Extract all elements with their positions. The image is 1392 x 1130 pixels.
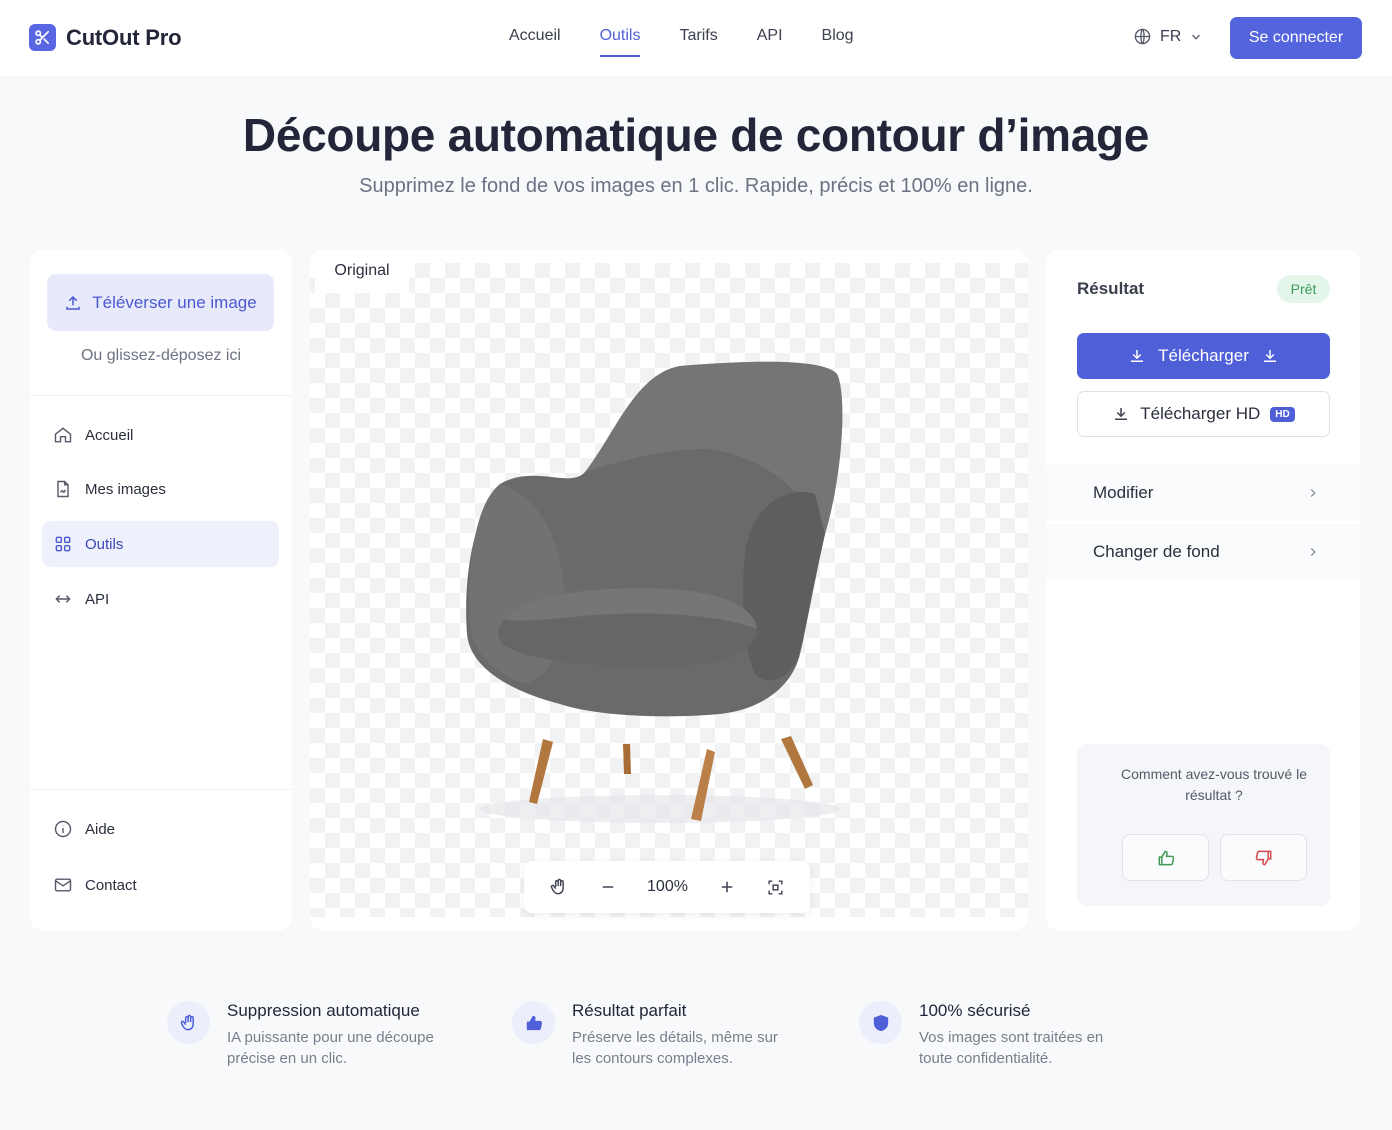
feature-title: 100% sécurisé	[919, 1001, 1031, 1020]
login-button[interactable]: Se connecter	[1230, 17, 1362, 59]
page-subtitle: Supprimez le fond de vos images en 1 cli…	[359, 175, 1033, 197]
feature-desc: IA puissante pour une découpe	[227, 1029, 434, 1046]
download-icon	[1115, 408, 1128, 420]
sidebar-item-aide[interactable]: Aide	[42, 806, 279, 852]
sidebar-item-label: Outils	[85, 535, 124, 553]
chevron-right-icon	[1310, 489, 1316, 497]
brand-name: CutOut Pro	[66, 24, 182, 50]
feature-perfect: Résultat parfait Préserve les détails, m…	[512, 1001, 778, 1069]
feature-desc: toute confidentialité.	[919, 1050, 1053, 1067]
hd-badge: HD	[1270, 406, 1295, 422]
chevron-right-icon	[1310, 548, 1316, 556]
result-title: Résultat	[1077, 279, 1145, 298]
api-icon	[55, 595, 71, 603]
upload-label: Téléverser une image	[92, 292, 257, 312]
tools-icon	[55, 536, 71, 552]
sidebar-item-label: Aide	[85, 820, 116, 838]
sidebar-item-mes-images[interactable]: Mes images	[42, 466, 279, 512]
nav-tarifs[interactable]: Tarifs	[679, 27, 717, 57]
thumbs-down-button[interactable]	[1220, 834, 1307, 881]
main-nav: Accueil Outils Tarifs API Blog	[509, 27, 893, 57]
sidebar-item-outils[interactable]: Outils	[42, 521, 279, 567]
nav-api[interactable]: API	[757, 27, 783, 57]
sidebar-item-api[interactable]: API	[42, 576, 279, 622]
feature-desc: précise en un clic.	[227, 1050, 348, 1067]
mail-icon	[54, 878, 72, 892]
download-hd-button[interactable]: Télécharger HD HD	[1077, 391, 1330, 437]
sidebar-divider	[30, 395, 292, 396]
language-selector[interactable]: FR	[1133, 27, 1203, 46]
option-label: Changer de fond	[1093, 542, 1220, 561]
home-icon	[54, 427, 72, 443]
zoom-out-icon[interactable]	[599, 878, 617, 896]
sidebar-item-contact[interactable]: Contact	[42, 862, 279, 908]
download-label: Télécharger	[1158, 346, 1249, 365]
sidebar-item-label: Accueil	[85, 426, 134, 444]
feature-automatic: Suppression automatique IA puissante pou…	[167, 1001, 434, 1069]
brand-logo[interactable]: CutOut Pro	[29, 24, 182, 51]
sidebar-item-label: Contact	[85, 876, 137, 894]
feature-desc: Préserve les détails, même sur	[572, 1029, 778, 1046]
sidebar-item-label: API	[85, 590, 110, 608]
download-icon	[1263, 350, 1276, 362]
feature-desc: Vos images sont traitées en	[919, 1029, 1104, 1046]
sidebar-item-accueil[interactable]: Accueil	[42, 412, 279, 458]
drop-hint: Ou glissez-déposez ici	[80, 347, 242, 364]
feature-secure: 100% sécurisé Vos images sont traitées e…	[859, 1001, 1103, 1069]
chair-image	[466, 361, 843, 823]
option-changer-fond[interactable]: Changer de fond	[1046, 524, 1360, 580]
scissors-logo-icon	[29, 24, 56, 51]
status-badge: Prêt	[1277, 275, 1330, 303]
sidebar-divider	[30, 789, 292, 790]
tab-original[interactable]: Original	[315, 249, 409, 293]
nav-blog[interactable]: Blog	[822, 27, 854, 57]
fit-screen-icon[interactable]	[766, 878, 785, 897]
image-preview-panel: Original 100%	[310, 249, 1028, 931]
nav-accueil[interactable]: Accueil	[509, 27, 561, 57]
zoom-toolbar: 100%	[524, 861, 810, 913]
thumbs-up-button[interactable]	[1122, 834, 1209, 881]
feedback-box: Comment avez-vous trouvé le résultat ?	[1077, 744, 1330, 906]
thumbs-up-icon	[1158, 850, 1174, 865]
download-button[interactable]: Télécharger	[1077, 333, 1330, 379]
chevron-down-icon	[1192, 34, 1201, 40]
feature-title: Résultat parfait	[572, 1001, 687, 1020]
globe-icon	[1134, 28, 1151, 45]
result-panel: Résultat Prêt Télécharger Télécharger HD…	[1046, 249, 1360, 931]
feature-desc: les contours complexes.	[572, 1050, 733, 1067]
thumb-icon	[512, 1001, 555, 1044]
download-icon	[1131, 350, 1144, 362]
thumbs-down-icon	[1255, 850, 1271, 865]
top-header: CutOut Pro Accueil Outils Tarifs API Blo…	[0, 0, 1392, 76]
shield-icon	[859, 1001, 902, 1044]
zoom-level: 100%	[647, 878, 688, 895]
info-icon	[54, 820, 72, 838]
option-modifier[interactable]: Modifier	[1046, 465, 1360, 521]
download-hd-label: Télécharger HD	[1140, 404, 1261, 423]
option-label: Modifier	[1093, 483, 1154, 502]
upload-image-button[interactable]: Téléverser une image	[47, 274, 274, 331]
upload-icon	[66, 295, 81, 310]
feedback-question: Comment avez-vous trouvé le résultat ?	[1121, 766, 1307, 803]
sidebar-panel: Téléverser une image Ou glissez-déposez …	[30, 249, 292, 931]
nav-outils[interactable]: Outils	[599, 27, 641, 57]
hand-pan-icon[interactable]	[549, 877, 569, 897]
feature-title: Suppression automatique	[227, 1001, 420, 1020]
hand-icon	[167, 1001, 210, 1044]
page-title: Découpe automatique de contour d’image	[242, 109, 1150, 161]
zoom-in-icon[interactable]	[718, 878, 736, 896]
sidebar-item-label: Mes images	[85, 480, 166, 498]
image-file-icon	[57, 480, 69, 498]
language-code: FR	[1160, 27, 1182, 45]
